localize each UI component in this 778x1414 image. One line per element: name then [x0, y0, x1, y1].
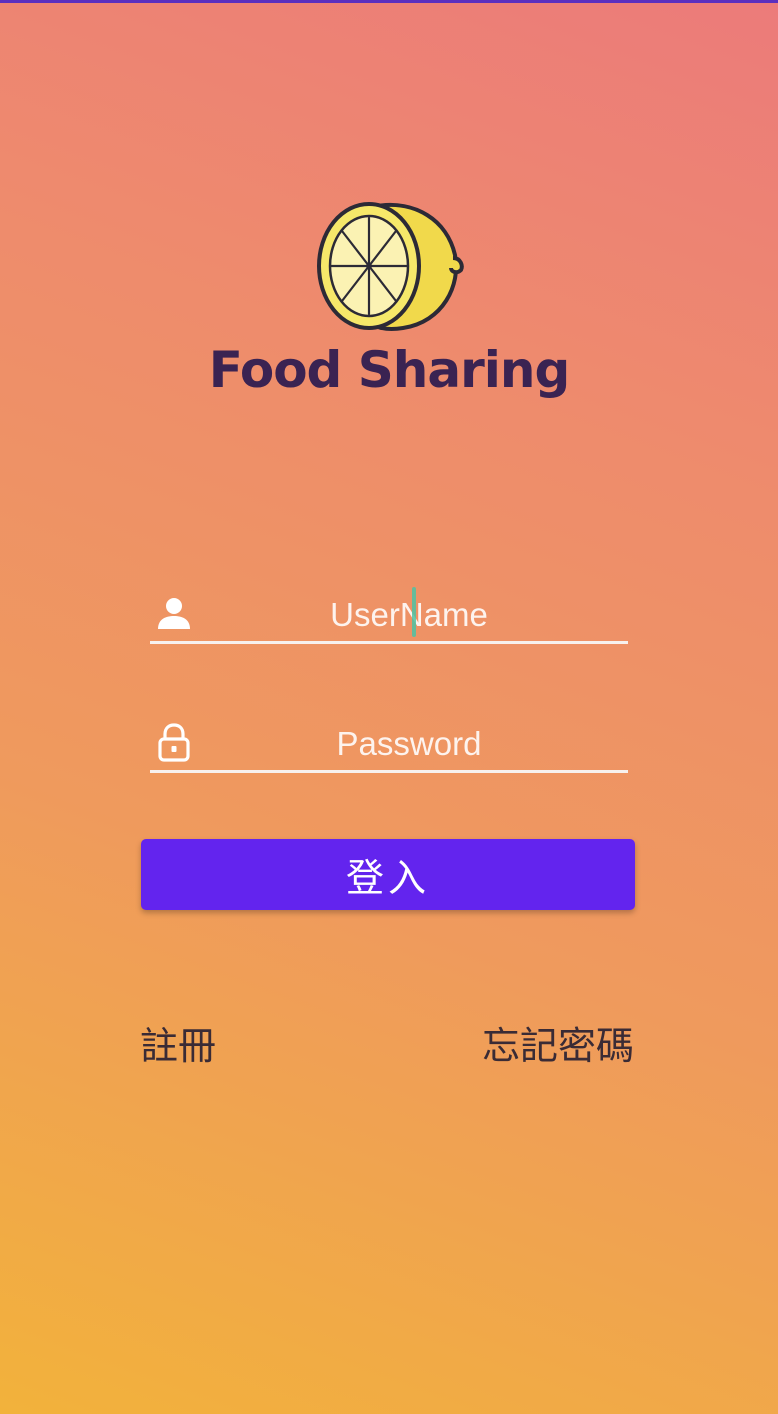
forgot-password-link[interactable]: 忘記密碼 — [482, 1015, 634, 1070]
username-input[interactable] — [190, 595, 628, 635]
login-button[interactable]: 登入 — [141, 839, 635, 910]
username-field[interactable] — [150, 581, 628, 644]
user-icon — [158, 598, 190, 629]
lemon-logo-icon — [317, 202, 464, 331]
login-screen: Food Sharing 登入 註冊 忘記密碼 — [0, 0, 778, 1414]
lock-icon — [158, 723, 190, 762]
text-cursor — [412, 587, 416, 637]
password-field[interactable] — [150, 710, 628, 773]
app-title: Food Sharing — [208, 341, 571, 399]
password-input[interactable] — [190, 724, 628, 764]
register-link[interactable]: 註冊 — [140, 1015, 216, 1070]
